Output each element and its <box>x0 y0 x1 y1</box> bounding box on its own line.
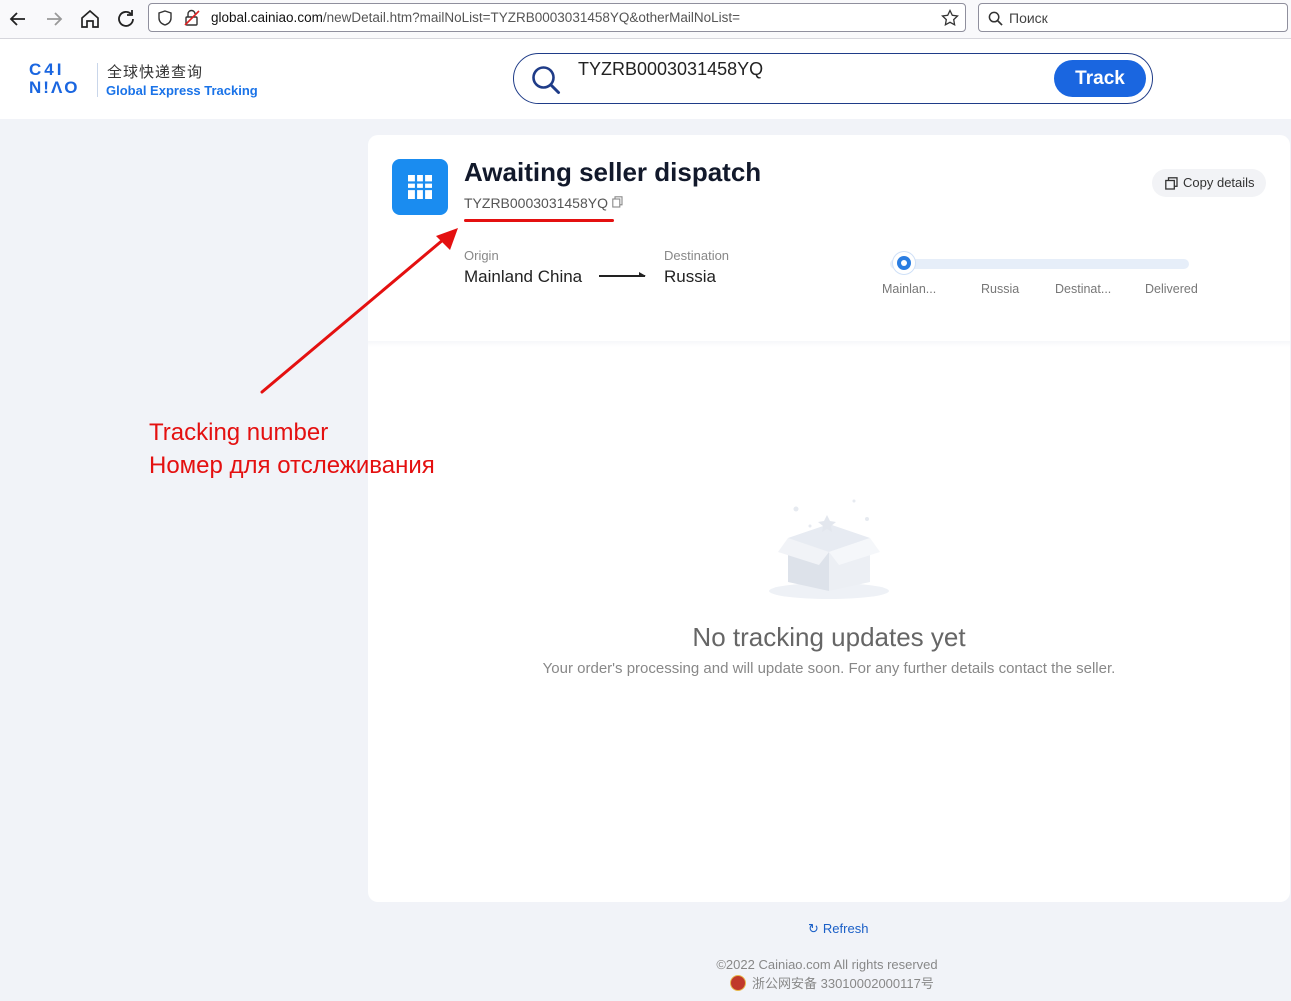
back-icon[interactable] <box>6 7 30 31</box>
logo-text-bottom: N!ΛO <box>29 78 80 97</box>
browser-search-placeholder: Поиск <box>1009 10 1048 26</box>
empty-box-illustration <box>769 499 889 599</box>
route-arrow-icon <box>599 272 646 277</box>
browser-search-bar[interactable]: Поиск <box>978 3 1288 32</box>
progress-current-step-dot <box>893 252 915 274</box>
search-icon <box>532 66 560 94</box>
address-bar[interactable]: global.cainiao.com/newDetail.htm?mailNoL… <box>148 3 966 32</box>
annotation-underline <box>464 219 614 222</box>
tracking-number: TYZRB0003031458YQ <box>464 195 608 211</box>
empty-state-description: Your order's processing and will update … <box>542 660 1116 677</box>
progress-track <box>890 259 1189 269</box>
site-header: C4I N!ΛO 全球快递查询 Global Express Tracking … <box>0 39 1291 119</box>
bookmark-star-icon[interactable] <box>941 9 959 27</box>
destination-value: Russia <box>664 267 716 286</box>
logo-english-title: Global Express Tracking <box>106 83 258 98</box>
annotation-label-en: Tracking number <box>149 419 329 446</box>
tracking-search-box: Track <box>513 53 1153 104</box>
home-icon[interactable] <box>78 7 102 31</box>
refresh-label: Refresh <box>822 921 869 936</box>
progress-step-label: Delivered <box>1145 282 1198 296</box>
annotation-label-ru: Номер для отслеживания <box>149 452 435 479</box>
beian-text: 浙公网安备 33010002000117号 <box>752 976 934 991</box>
destination-label: Destination <box>664 248 730 263</box>
tracking-number-input[interactable] <box>576 56 1050 82</box>
tracking-result-card: Awaiting seller dispatch TYZRB0003031458… <box>368 135 1290 902</box>
card-divider <box>368 341 1290 347</box>
shield-icon[interactable] <box>157 10 173 26</box>
copy-icon[interactable] <box>612 196 623 208</box>
empty-state-title: No tracking updates yet <box>692 622 966 652</box>
url-path: /newDetail.htm?mailNoList=TYZRB000303145… <box>322 10 741 25</box>
status-title: Awaiting seller dispatch <box>464 157 762 187</box>
insecure-lock-icon[interactable] <box>183 9 201 27</box>
police-badge-icon <box>730 975 746 991</box>
copy-icon <box>1165 177 1178 190</box>
cainiao-logo[interactable]: C4I N!ΛO <box>29 61 93 101</box>
package-status-icon <box>392 159 448 215</box>
logo-text-top: C4I <box>29 60 65 79</box>
refresh-link[interactable]: ↻ Refresh <box>808 921 868 937</box>
origin-value: Mainland China <box>464 267 583 286</box>
progress-step-label: Destinat... <box>1055 282 1112 296</box>
beian-record[interactable]: 浙公网安备 33010002000117号 <box>730 973 934 992</box>
copy-details-button[interactable]: Copy details <box>1152 169 1266 197</box>
annotation-arrow-icon <box>260 228 458 394</box>
refresh-icon: ↻ <box>808 921 819 936</box>
track-button[interactable]: Track <box>1054 60 1146 97</box>
search-icon <box>988 11 1003 26</box>
logo-chinese-title: 全球快递查询 <box>107 64 204 81</box>
url-host: global.cainiao.com <box>211 10 323 25</box>
progress-step-label: Mainlan... <box>882 282 937 296</box>
logo-divider <box>97 63 98 97</box>
copyright-text: ©2022 Cainiao.com All rights reserved <box>716 957 938 972</box>
reload-icon[interactable] <box>114 7 138 31</box>
copy-details-label: Copy details <box>1183 175 1255 190</box>
browser-toolbar: global.cainiao.com/newDetail.htm?mailNoL… <box>0 0 1291 39</box>
forward-icon[interactable] <box>42 7 66 31</box>
progress-step-label: Russia <box>981 282 1020 296</box>
url-text[interactable]: global.cainiao.com/newDetail.htm?mailNoL… <box>211 10 740 25</box>
